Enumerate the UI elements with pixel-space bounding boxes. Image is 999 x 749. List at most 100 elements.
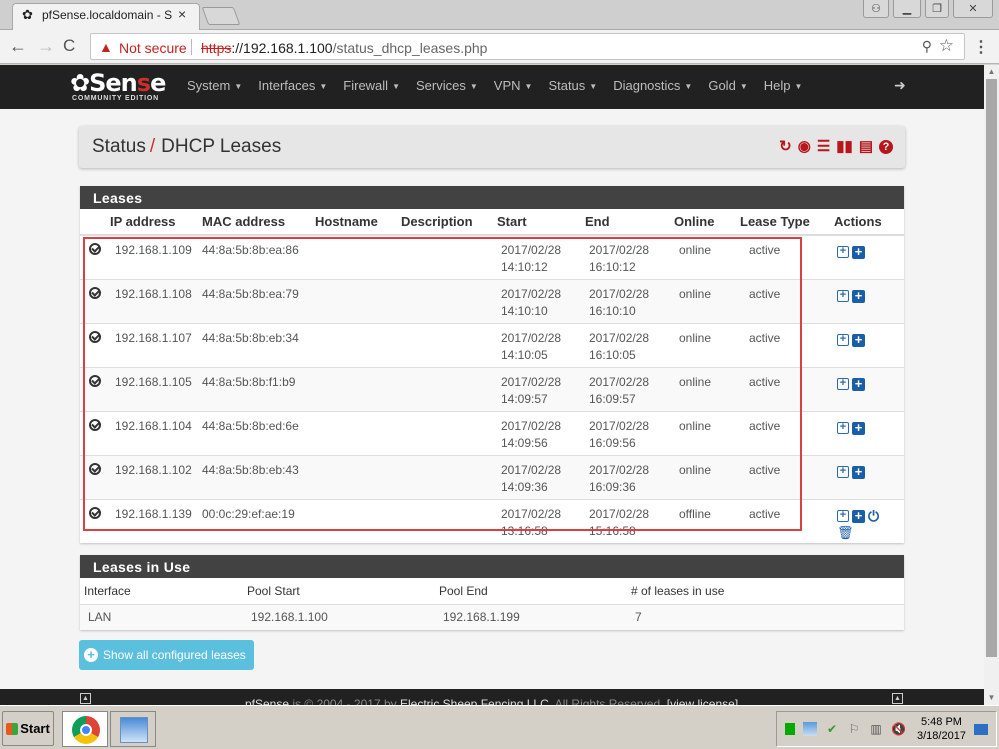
menu-status[interactable]: Status ▼ <box>548 78 597 93</box>
reload-page-icon[interactable]: C <box>63 36 75 56</box>
lease-type-cell: active <box>740 410 834 455</box>
add-static-mapping-icon[interactable]: + <box>837 246 849 258</box>
minimize-button[interactable]: ▁ <box>893 0 921 18</box>
action-center-flag-icon[interactable]: ⚐ <box>847 722 861 736</box>
show-all-leases-button[interactable]: + Show all configured leases <box>79 640 254 670</box>
add-static-mapping-icon[interactable]: + <box>837 509 849 522</box>
add-static-mapping-icon[interactable]: + <box>837 333 849 346</box>
log-list-icon[interactable]: ▤ <box>859 138 873 156</box>
add-static-mapping-icon[interactable]: + <box>837 465 849 478</box>
add-static-mapping-icon[interactable]: + <box>837 377 849 390</box>
network-icon[interactable]: ▥ <box>869 722 883 736</box>
volume-muted-icon[interactable]: 🔇 <box>891 722 906 736</box>
check-circle-icon <box>89 462 101 475</box>
bookmark-star-icon[interactable]: ☆ <box>939 36 954 56</box>
add-wol-mapping-icon[interactable]: + <box>852 289 865 303</box>
back-icon[interactable]: ← <box>9 36 27 57</box>
browser-menu-icon[interactable]: ⋮ <box>973 37 989 57</box>
col-hostname[interactable]: Hostname <box>315 209 401 236</box>
zoom-icon[interactable]: ⚲ <box>922 38 932 55</box>
display-icon[interactable] <box>803 722 817 736</box>
logout-icon[interactable]: ➜ <box>894 77 906 94</box>
bar-chart-icon[interactable]: ▮▮ <box>836 138 853 156</box>
page-scrollbar[interactable]: ▲ ▼ <box>984 65 999 705</box>
lease-type-cell: active <box>740 454 834 499</box>
url-path: /status_dhcp_leases.php <box>332 40 488 56</box>
start-cell: 2017/02/28 14:09:36 <box>497 454 585 499</box>
help-icon[interactable]: ? <box>879 140 893 154</box>
close-window-button[interactable]: ✕ <box>953 0 993 18</box>
menu-services[interactable]: Services ▼ <box>416 78 478 93</box>
scroll-top-icon[interactable]: ▲ <box>892 693 903 704</box>
network-activity-icon[interactable] <box>785 723 795 735</box>
menu-diagnostics[interactable]: Diagnostics ▼ <box>613 78 692 93</box>
add-wol-mapping-icon[interactable]: + <box>852 509 865 523</box>
lease-type-cell: active <box>740 366 834 411</box>
address-bar[interactable]: ▲ Not secure https://192.168.1.100/statu… <box>90 33 965 60</box>
start-button[interactable]: Start <box>2 711 54 746</box>
footer-text: pfSense is © 2004 - 2017 by Electric She… <box>245 697 738 705</box>
security-label[interactable]: Not secure <box>119 40 187 56</box>
mac-cell: 44:8a:5b:8b:eb:43 <box>202 454 315 499</box>
shortcut-icons: ↻ ◉ ☰ ▮▮ ▤ ? <box>779 138 893 156</box>
menu-vpn[interactable]: VPN ▼ <box>494 78 533 93</box>
in-use-header-row: Interface Pool Start Pool End # of lease… <box>80 578 904 605</box>
taskbar-chrome[interactable] <box>62 711 108 747</box>
close-tab-icon[interactable]: × <box>178 6 186 22</box>
scroll-up-icon[interactable]: ▲ <box>984 65 999 79</box>
col-end[interactable]: End <box>585 209 674 236</box>
scroll-top-icon[interactable]: ▲ <box>80 693 91 704</box>
row-actions: + + <box>837 245 889 259</box>
add-wol-mapping-icon[interactable]: + <box>852 333 865 347</box>
col-mac[interactable]: MAC address <box>202 209 315 236</box>
hostname-cell <box>315 278 401 323</box>
url-text[interactable]: https://192.168.1.100/status_dhcp_leases… <box>201 40 487 56</box>
sliders-icon[interactable]: ☰ <box>817 138 830 156</box>
url-scheme: https <box>201 40 232 56</box>
col-start[interactable]: Start <box>497 209 585 236</box>
add-wol-mapping-icon[interactable]: + <box>852 377 865 391</box>
add-static-mapping-icon[interactable]: + <box>837 289 849 302</box>
end-cell: 2017/02/28 15:16:58 <box>585 498 674 543</box>
col-ip[interactable]: IP address <box>110 209 202 236</box>
add-wol-mapping-icon[interactable]: + <box>852 245 865 259</box>
profile-icon[interactable]: ⚇ <box>863 0 889 18</box>
add-wol-mapping-icon[interactable]: + <box>852 465 865 479</box>
show-desktop-icon[interactable] <box>973 723 988 735</box>
power-wake-icon[interactable]: ⏻ <box>868 509 879 523</box>
mac-cell: 44:8a:5b:8b:ed:6e <box>202 410 315 455</box>
server-manager-icon <box>120 717 148 743</box>
stop-circle-icon[interactable]: ◉ <box>798 138 811 156</box>
show-all-leases-label: Show all configured leases <box>103 648 246 662</box>
col-lease-type[interactable]: Lease Type <box>740 209 834 236</box>
pfsense-logo[interactable]: ✿Sense COMMUNITY EDITION <box>70 69 170 105</box>
menu-interfaces[interactable]: Interfaces ▼ <box>258 78 327 93</box>
scroll-down-icon[interactable]: ▼ <box>984 691 999 705</box>
add-wol-mapping-icon[interactable]: + <box>852 421 865 435</box>
menu-help[interactable]: Help ▼ <box>764 78 803 93</box>
col-online[interactable]: Online <box>674 209 740 236</box>
table-row: 192.168.1.109 44:8a:5b:8b:ea:86 2017/02/28… <box>80 234 904 279</box>
taskbar-server-manager[interactable] <box>110 711 156 747</box>
interface-cell: LAN <box>80 604 243 630</box>
clock[interactable]: 5:48 PM 3/18/2017 <box>917 715 966 743</box>
forward-icon[interactable]: → <box>37 36 55 57</box>
restore-button[interactable]: ❐ <box>925 0 949 18</box>
description-cell <box>401 234 497 279</box>
menu-firewall[interactable]: Firewall ▼ <box>343 78 400 93</box>
reload-icon[interactable]: ↻ <box>779 138 792 156</box>
breadcrumb-parent[interactable]: Status <box>92 136 146 157</box>
menu-system[interactable]: System ▼ <box>187 78 242 93</box>
hostname-cell <box>315 410 401 455</box>
end-cell: 2017/02/28 16:10:10 <box>585 278 674 323</box>
scroll-thumb[interactable] <box>986 79 997 657</box>
add-static-mapping-icon[interactable]: + <box>837 421 849 434</box>
col-description[interactable]: Description <box>401 209 497 236</box>
delete-lease-icon[interactable]: 🗑 <box>837 525 854 540</box>
online-cell: online <box>674 454 740 499</box>
description-cell <box>401 498 497 543</box>
new-tab-button[interactable] <box>201 7 241 25</box>
safely-remove-icon[interactable]: ✔ <box>825 722 839 736</box>
menu-gold[interactable]: Gold ▼ <box>708 78 747 93</box>
view-license-link[interactable]: [view license] <box>667 697 738 705</box>
